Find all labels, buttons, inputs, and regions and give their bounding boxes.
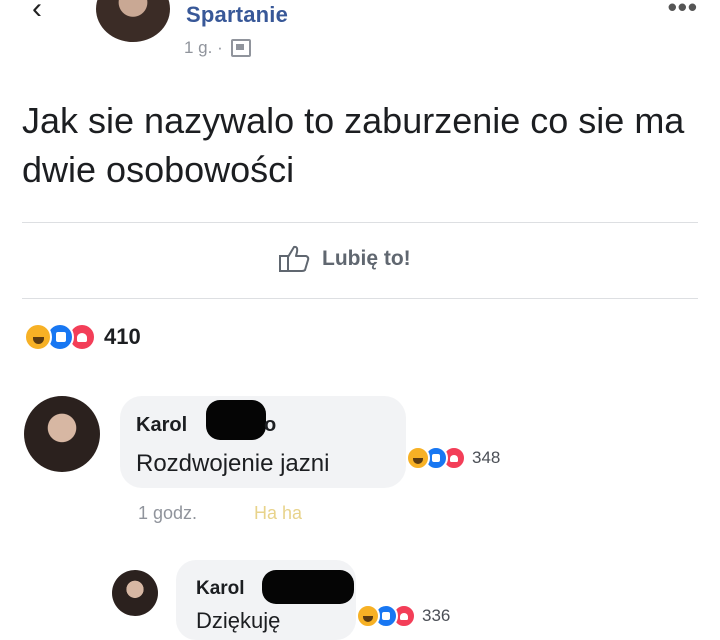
haha-icon xyxy=(406,446,430,470)
reply-avatar[interactable] xyxy=(112,570,158,616)
reactions-summary[interactable]: 410 xyxy=(24,323,141,351)
post-time[interactable]: 1 g. · xyxy=(184,38,223,58)
like-button[interactable]: Lubię to! xyxy=(278,244,411,274)
divider xyxy=(22,222,698,223)
comment-reactions[interactable]: 348 xyxy=(406,446,500,470)
post-text: Jak sie nazywalo to zaburzenie co sie ma… xyxy=(22,100,685,190)
haha-icon xyxy=(356,604,380,628)
more-dots-icon[interactable]: ••• xyxy=(668,0,698,23)
reply-reactions[interactable]: 336 xyxy=(356,604,450,628)
reply-text: Dziękuję xyxy=(196,608,281,633)
comment-text: Rozdwojenie jazni xyxy=(136,450,330,477)
thumbs-up-icon xyxy=(279,245,310,272)
reply-reaction-count: 336 xyxy=(422,606,451,625)
post-author-name[interactable]: Spartanie xyxy=(186,2,288,28)
reaction-count: 410 xyxy=(104,324,141,349)
divider xyxy=(22,298,698,299)
back-arrow-icon[interactable]: ‹ xyxy=(32,0,42,24)
redaction-mark xyxy=(262,570,354,604)
haha-icon xyxy=(24,323,52,351)
reply-commenter-name[interactable]: Karol xyxy=(196,578,245,600)
post-meta: 1 g. · xyxy=(184,38,251,58)
group-avatar[interactable] xyxy=(96,0,170,42)
redaction-mark xyxy=(206,400,266,440)
like-label: Lubię to! xyxy=(322,247,411,270)
comment-reaction-count: 348 xyxy=(472,448,501,467)
commenter-avatar[interactable] xyxy=(24,396,100,472)
commenter-name-tail: o xyxy=(264,414,277,436)
comment-time[interactable]: 1 godz. xyxy=(138,503,197,524)
group-icon xyxy=(230,39,251,57)
haha-reaction-link[interactable]: Ha ha xyxy=(254,503,302,524)
commenter-name[interactable]: Karol xyxy=(136,414,187,437)
